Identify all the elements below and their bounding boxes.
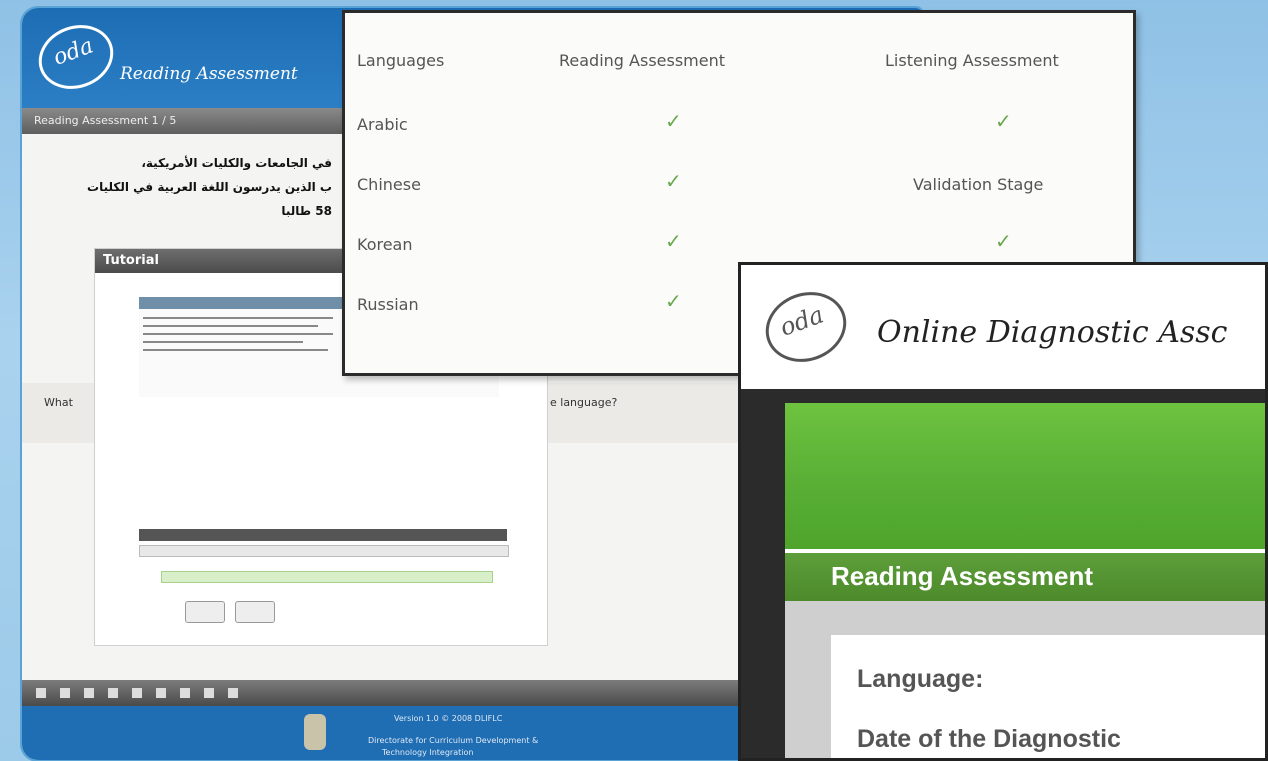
toolbar-icon[interactable]: [180, 688, 190, 698]
reading-check-icon: ✓: [665, 109, 682, 133]
previous-button[interactable]: [185, 601, 225, 623]
row-language: Korean: [357, 235, 413, 254]
section-header: Reading Assessment: [785, 553, 1265, 601]
oda-body: Reading Assessment Language: Date of the…: [785, 403, 1265, 758]
section-divider: [785, 601, 1265, 635]
arabic-text-line-1: في الجامعات والكليات الأمريكية،: [141, 156, 332, 170]
language-question: e language?: [550, 396, 618, 409]
tutorial-input[interactable]: [161, 571, 493, 583]
online-diagnostic-window: oda Online Diagnostic Assc Reading Asses…: [738, 262, 1268, 761]
preview-text-line: [143, 333, 333, 335]
page-title: Online Diagnostic Assc: [877, 315, 1228, 350]
listening-check-icon: ✓: [995, 229, 1012, 253]
section-title: Reading Assessment: [831, 561, 1094, 591]
header-listening: Listening Assessment: [885, 51, 1059, 70]
reading-check-icon: ✓: [665, 169, 682, 193]
reading-check-icon: ✓: [665, 229, 682, 253]
row-language: Arabic: [357, 115, 408, 134]
listening-check-icon: ✓: [995, 109, 1012, 133]
toolbar-icon[interactable]: [36, 688, 46, 698]
seal-icon: [304, 714, 326, 750]
toolbar-icon[interactable]: [132, 688, 142, 698]
next-button[interactable]: [235, 601, 275, 623]
app-brand: Reading Assessment: [120, 64, 298, 84]
breadcrumb: Reading Assessment 1 / 5: [34, 114, 177, 127]
toolbar-icon[interactable]: [84, 688, 94, 698]
footer-org-line-2: Technology Integration: [382, 748, 474, 757]
toolbar-icon[interactable]: [60, 688, 70, 698]
row-language: Russian: [357, 295, 419, 314]
preview-text-line: [143, 341, 303, 343]
oda-header: oda Online Diagnostic Assc: [741, 265, 1265, 389]
tutorial-title: Tutorial: [103, 253, 159, 268]
oda-logo-icon: oda: [29, 14, 123, 100]
toolbar-icon[interactable]: [204, 688, 214, 698]
oda-logo-icon: oda: [755, 281, 857, 373]
preview-text-line: [143, 317, 333, 319]
toolbar-icon[interactable]: [108, 688, 118, 698]
tutorial-progress: [139, 545, 509, 557]
reading-check-icon: ✓: [665, 289, 682, 313]
green-banner: [785, 403, 1265, 549]
question-label: What: [44, 396, 73, 409]
footer-version: Version 1.0 © 2008 DLIFLC: [394, 714, 503, 723]
logo-text: oda: [776, 300, 828, 342]
header-reading: Reading Assessment: [559, 51, 726, 70]
toolbar-icon[interactable]: [156, 688, 166, 698]
arabic-text-line-3: 58 طالبا: [281, 204, 332, 218]
left-gutter: [785, 635, 831, 758]
footer-org-line-1: Directorate for Curriculum Development &: [368, 736, 539, 745]
listening-status: Validation Stage: [913, 175, 1044, 194]
preview-text-line: [143, 325, 318, 327]
date-field-label: Date of the Diagnostic: [857, 725, 1121, 753]
row-language: Chinese: [357, 175, 421, 194]
header-languages: Languages: [357, 51, 445, 70]
tutorial-control-bar: [139, 529, 507, 541]
toolbar-icon[interactable]: [228, 688, 238, 698]
language-field-label: Language:: [857, 665, 984, 693]
logo-text: oda: [50, 33, 97, 71]
arabic-text-line-2: ب الذين يدرسون اللغة العربية في الكليات: [87, 180, 332, 194]
preview-text-line: [143, 349, 328, 351]
